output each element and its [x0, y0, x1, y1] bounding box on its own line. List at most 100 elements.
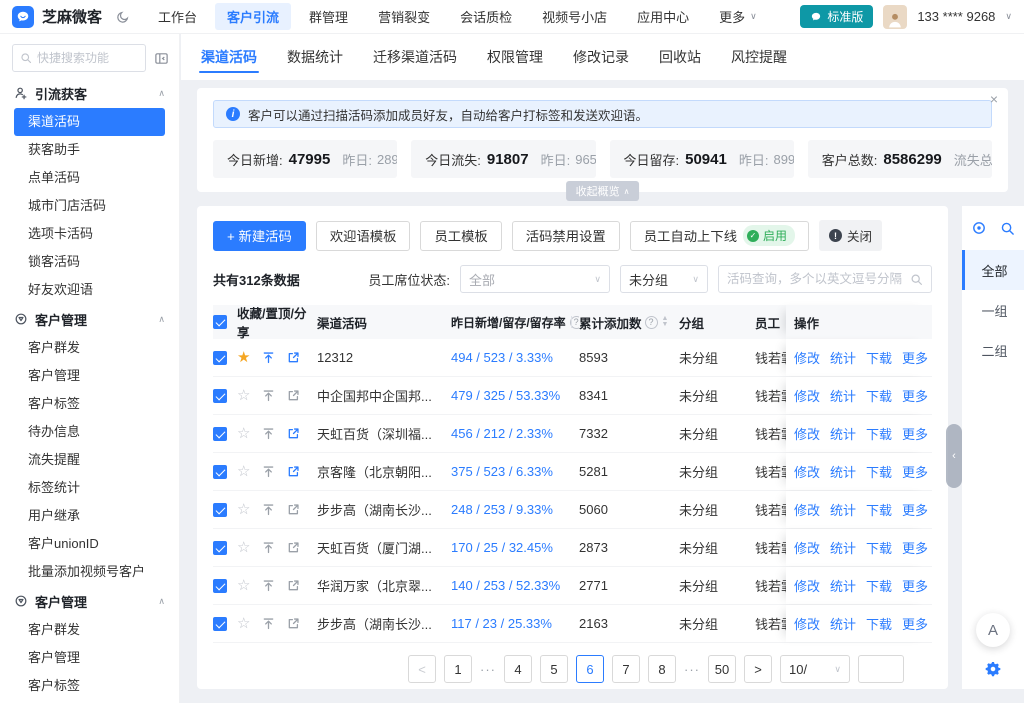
row-checkbox[interactable]: [213, 617, 227, 631]
tab-5[interactable]: 修改记录: [573, 34, 629, 80]
sidebar-collapse-icon[interactable]: [154, 51, 169, 66]
pin-top-icon[interactable]: [262, 465, 275, 478]
auto-online-button[interactable]: 员工自动上下线 ✓ 启用: [630, 221, 809, 251]
action-统计[interactable]: 统计: [830, 424, 856, 443]
action-下载[interactable]: 下载: [866, 614, 892, 633]
action-统计[interactable]: 统计: [830, 386, 856, 405]
gear-icon[interactable]: [985, 661, 1001, 677]
target-icon[interactable]: [971, 220, 987, 236]
sidebar-item[interactable]: 选项卡活码: [0, 220, 179, 248]
close-icon[interactable]: ×: [990, 92, 998, 106]
sidebar-item[interactable]: 标签统计: [0, 474, 179, 502]
tab-3[interactable]: 迁移渠道活码: [373, 34, 457, 80]
share-icon[interactable]: [287, 503, 300, 516]
action-修改[interactable]: 修改: [794, 424, 820, 443]
action-更多[interactable]: 更多: [902, 576, 928, 595]
nav-item-5[interactable]: 会话质检: [448, 3, 524, 30]
star-icon[interactable]: ☆: [237, 578, 250, 593]
group-tab-1[interactable]: 全部: [962, 250, 1024, 290]
action-更多[interactable]: 更多: [902, 386, 928, 405]
page-8[interactable]: 8: [648, 655, 676, 683]
nav-item-1[interactable]: 工作台: [146, 3, 209, 30]
action-修改[interactable]: 修改: [794, 462, 820, 481]
closed-badge[interactable]: ! 关闭: [819, 220, 882, 251]
sidebar-item[interactable]: 客户群发: [0, 616, 179, 644]
sidebar-item[interactable]: 客户管理: [0, 644, 179, 672]
row-stats-link[interactable]: 375 / 523 / 6.33%: [451, 464, 579, 479]
sidebar-search-input[interactable]: [37, 51, 138, 65]
group-select[interactable]: 未分组 ∨: [620, 265, 708, 293]
group-tab-3[interactable]: 二组: [962, 330, 1024, 370]
action-统计[interactable]: 统计: [830, 614, 856, 633]
pin-top-icon[interactable]: [262, 541, 275, 554]
collapse-overview-pill[interactable]: 收起概览 ∧: [566, 181, 640, 201]
sidebar-section-3[interactable]: 客户管理∧: [0, 586, 179, 616]
action-修改[interactable]: 修改: [794, 386, 820, 405]
pin-top-icon[interactable]: [262, 351, 275, 364]
action-下载[interactable]: 下载: [866, 538, 892, 557]
action-下载[interactable]: 下载: [866, 386, 892, 405]
chevron-down-icon[interactable]: ∨: [1005, 11, 1012, 22]
sort-icon[interactable]: ▲▼: [662, 316, 669, 329]
page-jump-input[interactable]: [858, 655, 904, 683]
pin-top-icon[interactable]: [262, 427, 275, 440]
action-统计[interactable]: 统计: [830, 348, 856, 367]
star-icon[interactable]: ☆: [237, 426, 250, 441]
action-更多[interactable]: 更多: [902, 424, 928, 443]
page-7[interactable]: 7: [612, 655, 640, 683]
row-checkbox[interactable]: [213, 389, 227, 403]
sidebar-item[interactable]: 获客助手: [0, 136, 179, 164]
toolbar-button-1[interactable]: 欢迎语模板: [316, 221, 411, 251]
star-icon[interactable]: ☆: [237, 616, 250, 631]
nav-item-2[interactable]: 客户引流: [215, 3, 291, 30]
account-phone[interactable]: 133 **** 9268: [917, 9, 995, 24]
action-修改[interactable]: 修改: [794, 614, 820, 633]
share-icon[interactable]: [287, 427, 300, 440]
page-size-select[interactable]: 10/ ∨: [780, 655, 850, 683]
nav-item-6[interactable]: 视频号小店: [530, 3, 619, 30]
page-4[interactable]: 4: [504, 655, 532, 683]
share-icon[interactable]: [287, 389, 300, 402]
action-下载[interactable]: 下载: [866, 576, 892, 595]
tab-7[interactable]: 风控提醒: [731, 34, 787, 80]
action-更多[interactable]: 更多: [902, 614, 928, 633]
sidebar-item[interactable]: 城市门店活码: [0, 192, 179, 220]
sidebar-item[interactable]: 锁客活码: [0, 248, 179, 276]
avatar[interactable]: [883, 5, 907, 29]
collapse-panel-handle[interactable]: ‹: [946, 424, 962, 488]
sidebar-section-2[interactable]: 客户管理∧: [0, 304, 179, 334]
pin-top-icon[interactable]: [262, 617, 275, 630]
row-checkbox[interactable]: [213, 503, 227, 517]
row-stats-link[interactable]: 248 / 253 / 9.33%: [451, 502, 579, 517]
sidebar-item[interactable]: 用户继承: [0, 502, 179, 530]
page-5[interactable]: 5: [540, 655, 568, 683]
page-6[interactable]: 6: [576, 655, 604, 683]
row-stats-link[interactable]: 456 / 212 / 2.33%: [451, 426, 579, 441]
action-修改[interactable]: 修改: [794, 348, 820, 367]
sidebar-item[interactable]: 好友欢迎语: [0, 276, 179, 304]
action-统计[interactable]: 统计: [830, 500, 856, 519]
row-checkbox[interactable]: [213, 427, 227, 441]
sidebar-item[interactable]: 流失提醒: [0, 446, 179, 474]
tab-2[interactable]: 数据统计: [287, 34, 343, 80]
star-icon[interactable]: ☆: [237, 502, 250, 517]
seat-status-select[interactable]: 全部 ∨: [460, 265, 610, 293]
page-1[interactable]: 1: [444, 655, 472, 683]
page-prev[interactable]: <: [408, 655, 436, 683]
row-checkbox[interactable]: [213, 465, 227, 479]
action-下载[interactable]: 下载: [866, 462, 892, 481]
star-icon[interactable]: ☆: [237, 464, 250, 479]
action-更多[interactable]: 更多: [902, 538, 928, 557]
row-checkbox[interactable]: [213, 579, 227, 593]
action-修改[interactable]: 修改: [794, 538, 820, 557]
sidebar-item[interactable]: 批量添加视频号客户: [0, 558, 179, 586]
star-icon[interactable]: ☆: [237, 388, 250, 403]
help-icon[interactable]: ?: [645, 316, 658, 329]
action-统计[interactable]: 统计: [830, 462, 856, 481]
star-icon[interactable]: ★: [237, 350, 250, 365]
qrcode-search-box[interactable]: [718, 265, 932, 293]
sidebar-item[interactable]: 点单活码: [0, 164, 179, 192]
row-stats-link[interactable]: 140 / 253 / 52.33%: [451, 578, 579, 593]
sidebar-item[interactable]: 待办信息: [0, 418, 179, 446]
share-icon[interactable]: [287, 541, 300, 554]
